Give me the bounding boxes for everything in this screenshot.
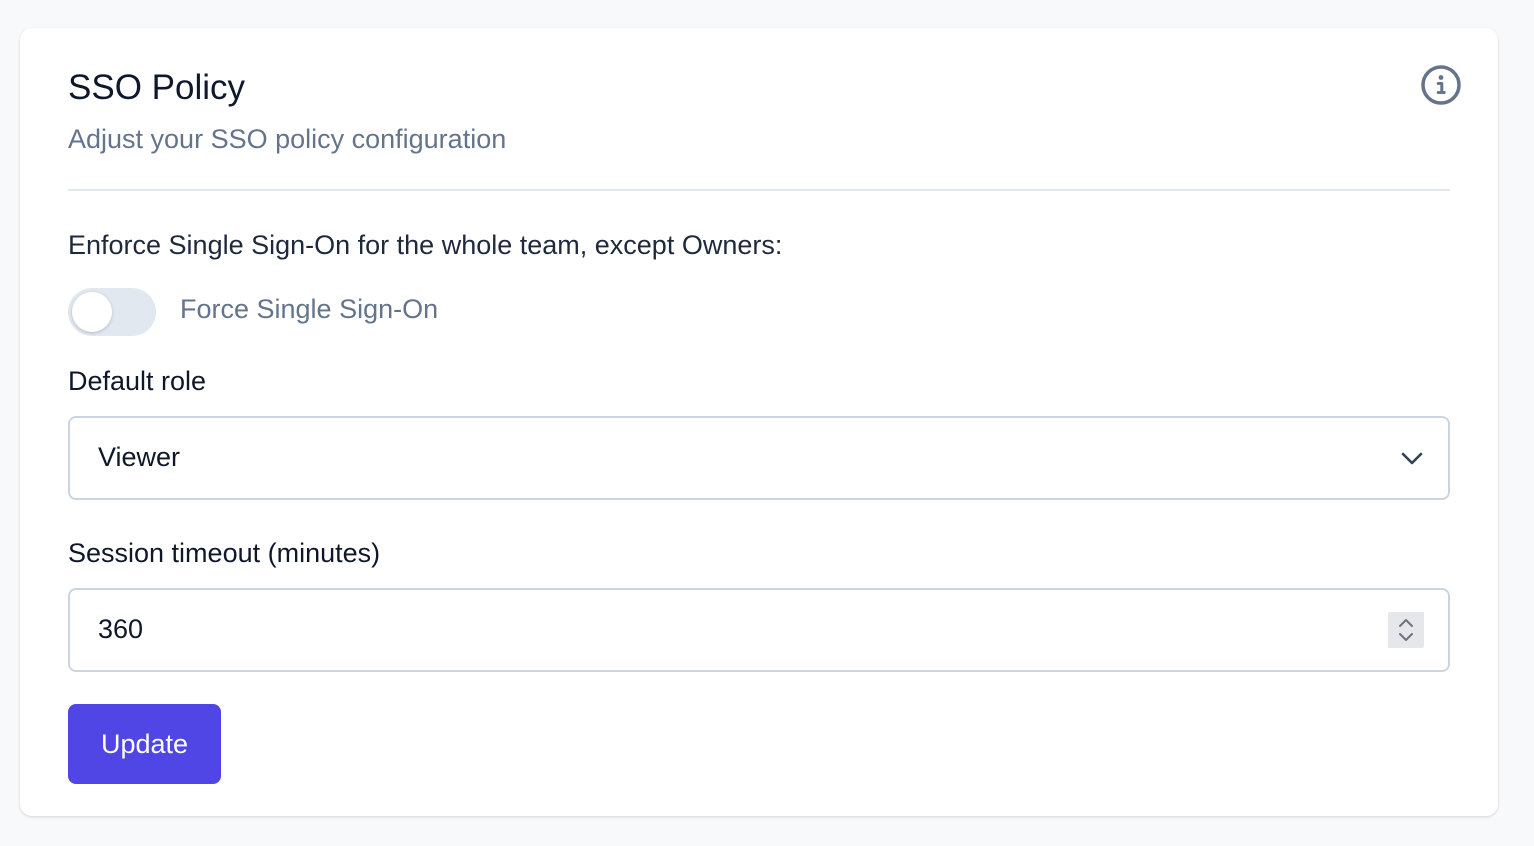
header-divider	[68, 189, 1450, 191]
page-subtitle: Adjust your SSO policy configuration	[68, 124, 507, 154]
session-timeout-label: Session timeout (minutes)	[68, 538, 381, 568]
update-button[interactable]: Update	[68, 704, 221, 784]
session-timeout-input[interactable]: 360	[68, 588, 1450, 672]
page-title: SSO Policy	[68, 68, 245, 107]
info-icon[interactable]	[1419, 63, 1463, 107]
sso-policy-card: SSO Policy Adjust your SSO policy config…	[20, 28, 1498, 816]
toggle-knob	[72, 292, 112, 332]
force-sso-label[interactable]: Force Single Sign-On	[180, 292, 438, 326]
force-sso-toggle[interactable]	[68, 288, 156, 336]
default-role-select[interactable]: Viewer	[68, 416, 1450, 500]
enforce-sso-description: Enforce Single Sign-On for the whole tea…	[68, 230, 783, 260]
session-timeout-value: 360	[98, 614, 144, 644]
default-role-value: Viewer	[98, 442, 181, 472]
chevron-down-icon	[1401, 452, 1423, 465]
number-stepper-icon[interactable]	[1388, 612, 1424, 648]
default-role-label: Default role	[68, 366, 207, 396]
